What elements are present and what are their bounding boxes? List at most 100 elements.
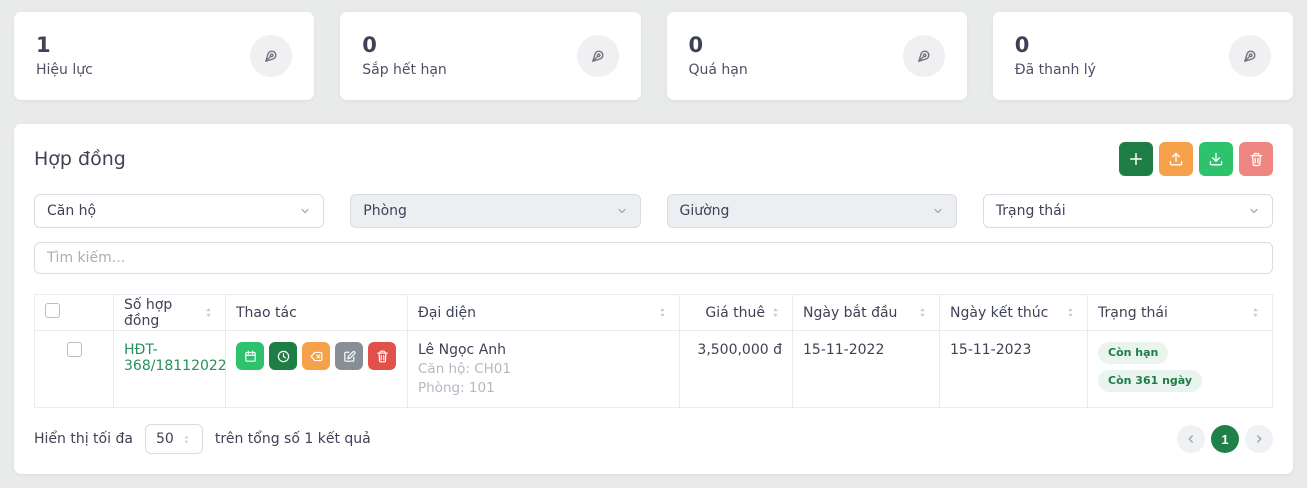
page-size-value: 50	[156, 431, 174, 447]
chevron-left-icon	[1185, 433, 1197, 445]
col-actions: Thao tác	[226, 295, 408, 331]
stats-row: 1 Hiệu lực 0 Sắp hết hạn 0 Quá hạn 0 Đã …	[0, 0, 1307, 100]
col-label: Đại diện	[418, 305, 476, 321]
stat-label: Quá hạn	[689, 62, 748, 78]
upload-button[interactable]	[1159, 142, 1193, 176]
bed-select-label: Giường	[680, 203, 730, 219]
representative-apartment: Căn hộ: CH01	[418, 361, 669, 377]
history-button[interactable]	[269, 342, 297, 370]
sort-icon	[1249, 306, 1262, 319]
col-start-date[interactable]: Ngày bắt đầu	[793, 295, 940, 331]
representative-room: Phòng: 101	[418, 380, 669, 396]
end-date-cell: 15-11-2023	[940, 331, 1088, 408]
table-header-row: Số hợp đồng Thao tác Đại diện Giá thuê N…	[35, 295, 1273, 331]
pen-nib-icon	[903, 35, 945, 77]
table-footer: Hiển thị tối đa 50 trên tổng số 1 kết qu…	[34, 424, 1273, 454]
toolbar	[1119, 142, 1273, 176]
stat-value: 1	[36, 34, 93, 57]
start-date-cell: 15-11-2022	[793, 331, 940, 408]
prev-page-button[interactable]	[1177, 425, 1205, 453]
delete-row-button[interactable]	[368, 342, 396, 370]
row-checkbox[interactable]	[67, 342, 82, 357]
page-size-prefix: Hiển thị tối đa	[34, 431, 133, 447]
stat-value: 0	[1015, 34, 1096, 57]
chevron-down-icon	[616, 205, 628, 217]
filters-row: Căn hộ Phòng Giường Trạng thái	[34, 194, 1273, 228]
download-icon	[1207, 150, 1225, 168]
pen-nib-icon	[577, 35, 619, 77]
stat-card-liquidated: 0 Đã thanh lý	[993, 12, 1293, 100]
backspace-icon	[309, 349, 324, 364]
download-button[interactable]	[1199, 142, 1233, 176]
stat-value: 0	[362, 34, 447, 57]
contract-number-link[interactable]: HĐT-368/18112022	[124, 342, 227, 374]
status-select[interactable]: Trạng thái	[983, 194, 1273, 228]
pen-nib-icon	[250, 35, 292, 77]
sort-icon	[1064, 306, 1077, 319]
chevron-right-icon	[1253, 433, 1265, 445]
cancel-button[interactable]	[302, 342, 330, 370]
page-1-button[interactable]: 1	[1211, 425, 1239, 453]
chevron-down-icon	[1248, 205, 1260, 217]
trash-icon	[1248, 151, 1265, 168]
stat-label: Hiệu lực	[36, 62, 93, 78]
plus-icon	[1127, 150, 1145, 168]
apartment-select[interactable]: Căn hộ	[34, 194, 324, 228]
sort-icon	[202, 306, 215, 319]
price-cell: 3,500,000 đ	[680, 331, 793, 408]
pagination: 1	[1177, 425, 1273, 453]
representative-name: Lê Ngọc Anh	[418, 342, 669, 358]
room-select-label: Phòng	[363, 203, 407, 219]
clock-icon	[276, 349, 291, 364]
table-row: HĐT-368/18112022	[35, 331, 1273, 408]
room-select[interactable]: Phòng	[350, 194, 640, 228]
stat-card-expiring: 0 Sắp hết hạn	[340, 12, 640, 100]
col-representative[interactable]: Đại diện	[408, 295, 680, 331]
stat-label: Sắp hết hạn	[362, 62, 447, 78]
status-badge: Còn hạn	[1098, 342, 1168, 364]
sort-icon	[916, 306, 929, 319]
row-actions	[236, 342, 397, 370]
col-status[interactable]: Trạng thái	[1088, 295, 1273, 331]
pen-nib-icon	[1229, 35, 1271, 77]
calendar-icon	[243, 349, 258, 364]
col-label: Ngày bắt đầu	[803, 305, 897, 321]
col-end-date[interactable]: Ngày kết thúc	[940, 295, 1088, 331]
next-page-button[interactable]	[1245, 425, 1273, 453]
chevron-down-icon	[932, 205, 944, 217]
bed-select[interactable]: Giường	[667, 194, 957, 228]
select-all-checkbox[interactable]	[45, 303, 60, 318]
panel-header: Hợp đồng	[34, 142, 1273, 176]
status-select-label: Trạng thái	[996, 203, 1066, 219]
col-label: Giá thuê	[705, 305, 765, 321]
delete-button[interactable]	[1239, 142, 1273, 176]
apartment-select-label: Căn hộ	[47, 203, 96, 219]
edit-button[interactable]	[335, 342, 363, 370]
search-input[interactable]	[34, 242, 1273, 274]
stepper-icon	[181, 434, 192, 445]
status-badge: Còn 361 ngày	[1098, 370, 1202, 392]
contracts-table: Số hợp đồng Thao tác Đại diện Giá thuê N…	[34, 294, 1273, 408]
sort-icon	[656, 306, 669, 319]
page-title: Hợp đồng	[34, 148, 126, 170]
calendar-button[interactable]	[236, 342, 264, 370]
add-button[interactable]	[1119, 142, 1153, 176]
stat-value: 0	[689, 34, 748, 57]
sort-icon	[769, 306, 782, 319]
edit-icon	[342, 349, 357, 364]
chevron-down-icon	[299, 205, 311, 217]
upload-icon	[1167, 150, 1185, 168]
col-label: Số hợp đồng	[124, 297, 198, 329]
page-size-select[interactable]: 50	[145, 424, 203, 454]
stat-label: Đã thanh lý	[1015, 62, 1096, 78]
col-price[interactable]: Giá thuê	[680, 295, 793, 331]
stat-card-active: 1 Hiệu lực	[14, 12, 314, 100]
col-label: Thao tác	[236, 305, 297, 321]
stat-card-overdue: 0 Quá hạn	[667, 12, 967, 100]
trash-icon	[375, 349, 390, 364]
col-label: Ngày kết thúc	[950, 305, 1048, 321]
contracts-panel: Hợp đồng Căn hộ Phòng Giường	[14, 124, 1293, 474]
col-contract-no[interactable]: Số hợp đồng	[114, 295, 226, 331]
status-badges: Còn hạn Còn 361 ngày	[1098, 342, 1262, 392]
col-label: Trạng thái	[1098, 305, 1168, 321]
